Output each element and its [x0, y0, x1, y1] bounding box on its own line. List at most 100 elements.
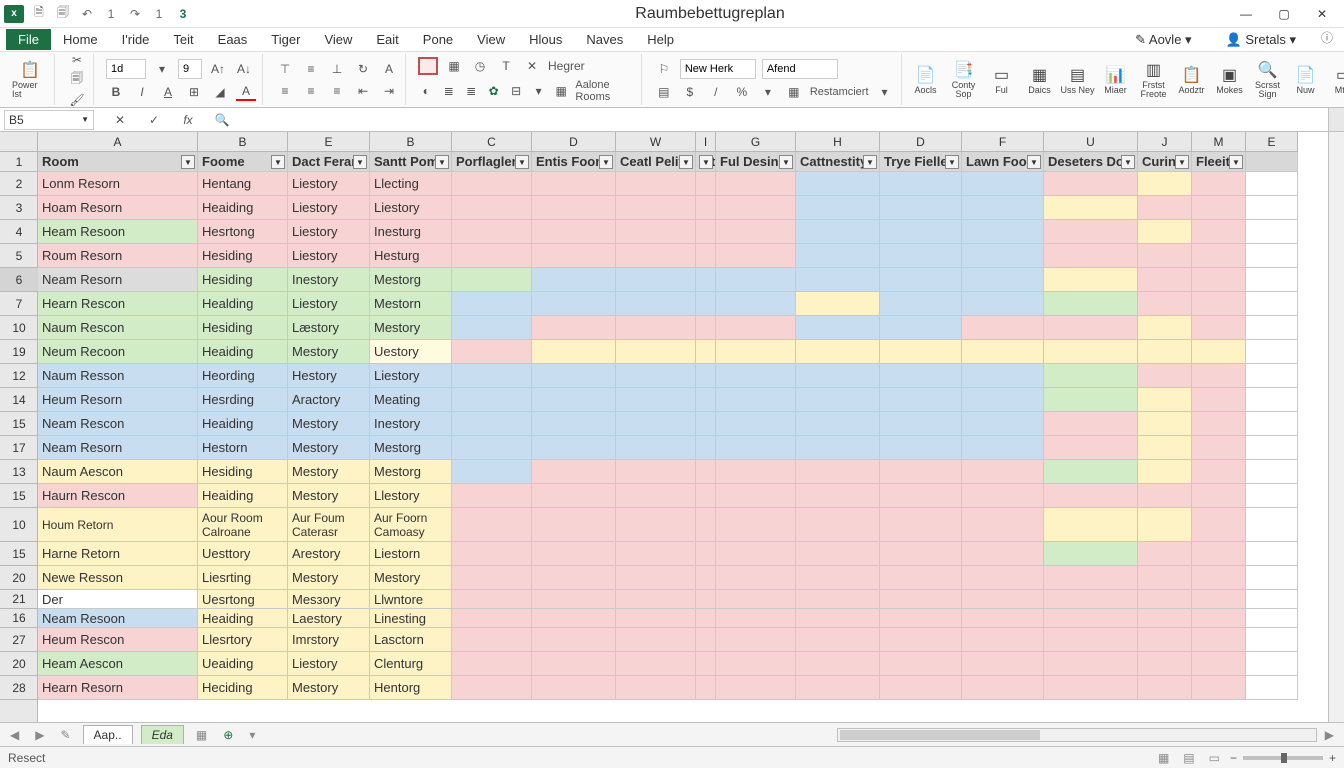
font-family-select[interactable] — [680, 59, 756, 79]
cell[interactable] — [696, 268, 716, 292]
cell[interactable]: Mestory — [288, 436, 370, 460]
cell[interactable] — [880, 652, 962, 676]
cell[interactable] — [452, 244, 532, 268]
cell[interactable] — [796, 292, 880, 316]
cell[interactable]: Imrstory — [288, 628, 370, 652]
cell[interactable] — [962, 590, 1044, 609]
cell[interactable] — [1138, 566, 1192, 590]
col-header-H[interactable]: H — [796, 132, 880, 152]
maximize-button[interactable]: ▢ — [1266, 2, 1302, 26]
menu-file[interactable]: File — [6, 29, 51, 50]
cut-icon[interactable]: ✂ — [67, 53, 87, 67]
cell[interactable]: Heciding — [198, 676, 288, 700]
align-bot-icon[interactable]: ⊥ — [327, 60, 347, 78]
col-header-B[interactable]: B — [198, 132, 288, 152]
ribbon-big-9[interactable]: 🔍Scrsst Sign — [1250, 56, 1286, 104]
font-name-input[interactable] — [106, 59, 146, 79]
cell[interactable] — [962, 340, 1044, 364]
cell[interactable] — [696, 436, 716, 460]
cell[interactable]: Mestorn — [370, 292, 452, 316]
cell[interactable] — [716, 244, 796, 268]
cell[interactable] — [1138, 388, 1192, 412]
cell[interactable]: Uestory — [370, 340, 452, 364]
header-cell[interactable]: Foome▼ — [198, 152, 288, 172]
style5-icon[interactable]: ✕ — [522, 57, 542, 75]
cell[interactable] — [716, 508, 796, 542]
cell[interactable] — [962, 609, 1044, 628]
header-cell[interactable]: Room▼ — [38, 152, 198, 172]
format-painter-icon[interactable]: 🖌 — [67, 93, 87, 107]
header-cell[interactable]: Entis Foom▼ — [532, 152, 616, 172]
col-header-A[interactable]: A — [38, 132, 198, 152]
num3-icon[interactable]: ≣ — [463, 82, 479, 100]
menu-home[interactable]: Home — [51, 29, 110, 50]
cell[interactable] — [1138, 590, 1192, 609]
cell[interactable]: Naum Resson — [38, 364, 198, 388]
filter-arrow-icon[interactable]: ▼ — [181, 155, 195, 169]
header-cell[interactable]: Iilt▼ — [696, 152, 716, 172]
cell[interactable] — [696, 609, 716, 628]
cell[interactable]: Liestory — [370, 364, 452, 388]
sheet-dd-icon[interactable]: ▾ — [245, 728, 259, 742]
cell[interactable] — [880, 316, 962, 340]
row-header-10[interactable]: 10 — [0, 316, 38, 340]
cell[interactable] — [452, 652, 532, 676]
cell[interactable]: Linesting — [370, 609, 452, 628]
align-left-icon[interactable]: ≡ — [275, 82, 295, 100]
cell[interactable]: Neum Recoon — [38, 340, 198, 364]
cell[interactable] — [696, 364, 716, 388]
cell[interactable] — [616, 412, 696, 436]
cell[interactable] — [532, 292, 616, 316]
cell[interactable] — [616, 652, 696, 676]
cell[interactable] — [452, 196, 532, 220]
cell[interactable] — [1138, 172, 1192, 196]
cell[interactable] — [716, 609, 796, 628]
cell[interactable] — [696, 388, 716, 412]
cell[interactable] — [452, 268, 532, 292]
cell[interactable] — [696, 412, 716, 436]
cell[interactable] — [716, 268, 796, 292]
col-header-J[interactable]: J — [1138, 132, 1192, 152]
zoom-out-button[interactable]: − — [1230, 751, 1237, 765]
i5-icon[interactable]: ▾ — [758, 83, 778, 101]
cell[interactable] — [716, 652, 796, 676]
cell[interactable] — [616, 484, 696, 508]
cell[interactable] — [696, 542, 716, 566]
cell[interactable] — [452, 172, 532, 196]
cell[interactable]: Mestory — [370, 566, 452, 590]
cell[interactable] — [1246, 292, 1298, 316]
bold-icon[interactable]: B — [106, 83, 126, 101]
cell[interactable] — [716, 388, 796, 412]
i2-icon[interactable]: $ — [680, 83, 700, 101]
sheet-tab-2[interactable]: Eda — [141, 725, 184, 744]
cell[interactable] — [532, 542, 616, 566]
cell[interactable]: Mestorg — [370, 436, 452, 460]
row-header-2[interactable]: 2 — [0, 172, 38, 196]
cell[interactable] — [1246, 340, 1298, 364]
num5-icon[interactable]: ⊟ — [508, 82, 524, 100]
cell[interactable] — [452, 436, 532, 460]
cell[interactable]: Hestory — [288, 364, 370, 388]
cell[interactable] — [1044, 436, 1138, 460]
cell[interactable] — [696, 172, 716, 196]
copy-icon[interactable]: 🗐 — [67, 71, 87, 89]
filter-arrow-icon[interactable]: ▼ — [599, 155, 613, 169]
cell[interactable] — [452, 484, 532, 508]
col-header-D[interactable]: D — [880, 132, 962, 152]
cell[interactable] — [616, 244, 696, 268]
cell[interactable] — [1192, 340, 1246, 364]
filter-arrow-icon[interactable]: ▼ — [1027, 155, 1041, 169]
cell[interactable]: Heam Resoon — [38, 220, 198, 244]
cell[interactable]: Mestory — [288, 566, 370, 590]
cell[interactable] — [1246, 566, 1298, 590]
cell[interactable]: Heaiding — [198, 484, 288, 508]
cell[interactable] — [1138, 436, 1192, 460]
cell[interactable] — [1044, 652, 1138, 676]
cell[interactable] — [962, 508, 1044, 542]
new-sheet-button[interactable]: ⊕ — [219, 728, 237, 742]
cell[interactable] — [616, 676, 696, 700]
cell[interactable] — [452, 412, 532, 436]
menu-help[interactable]: Help — [635, 29, 686, 50]
cell[interactable] — [880, 628, 962, 652]
cell[interactable] — [962, 196, 1044, 220]
